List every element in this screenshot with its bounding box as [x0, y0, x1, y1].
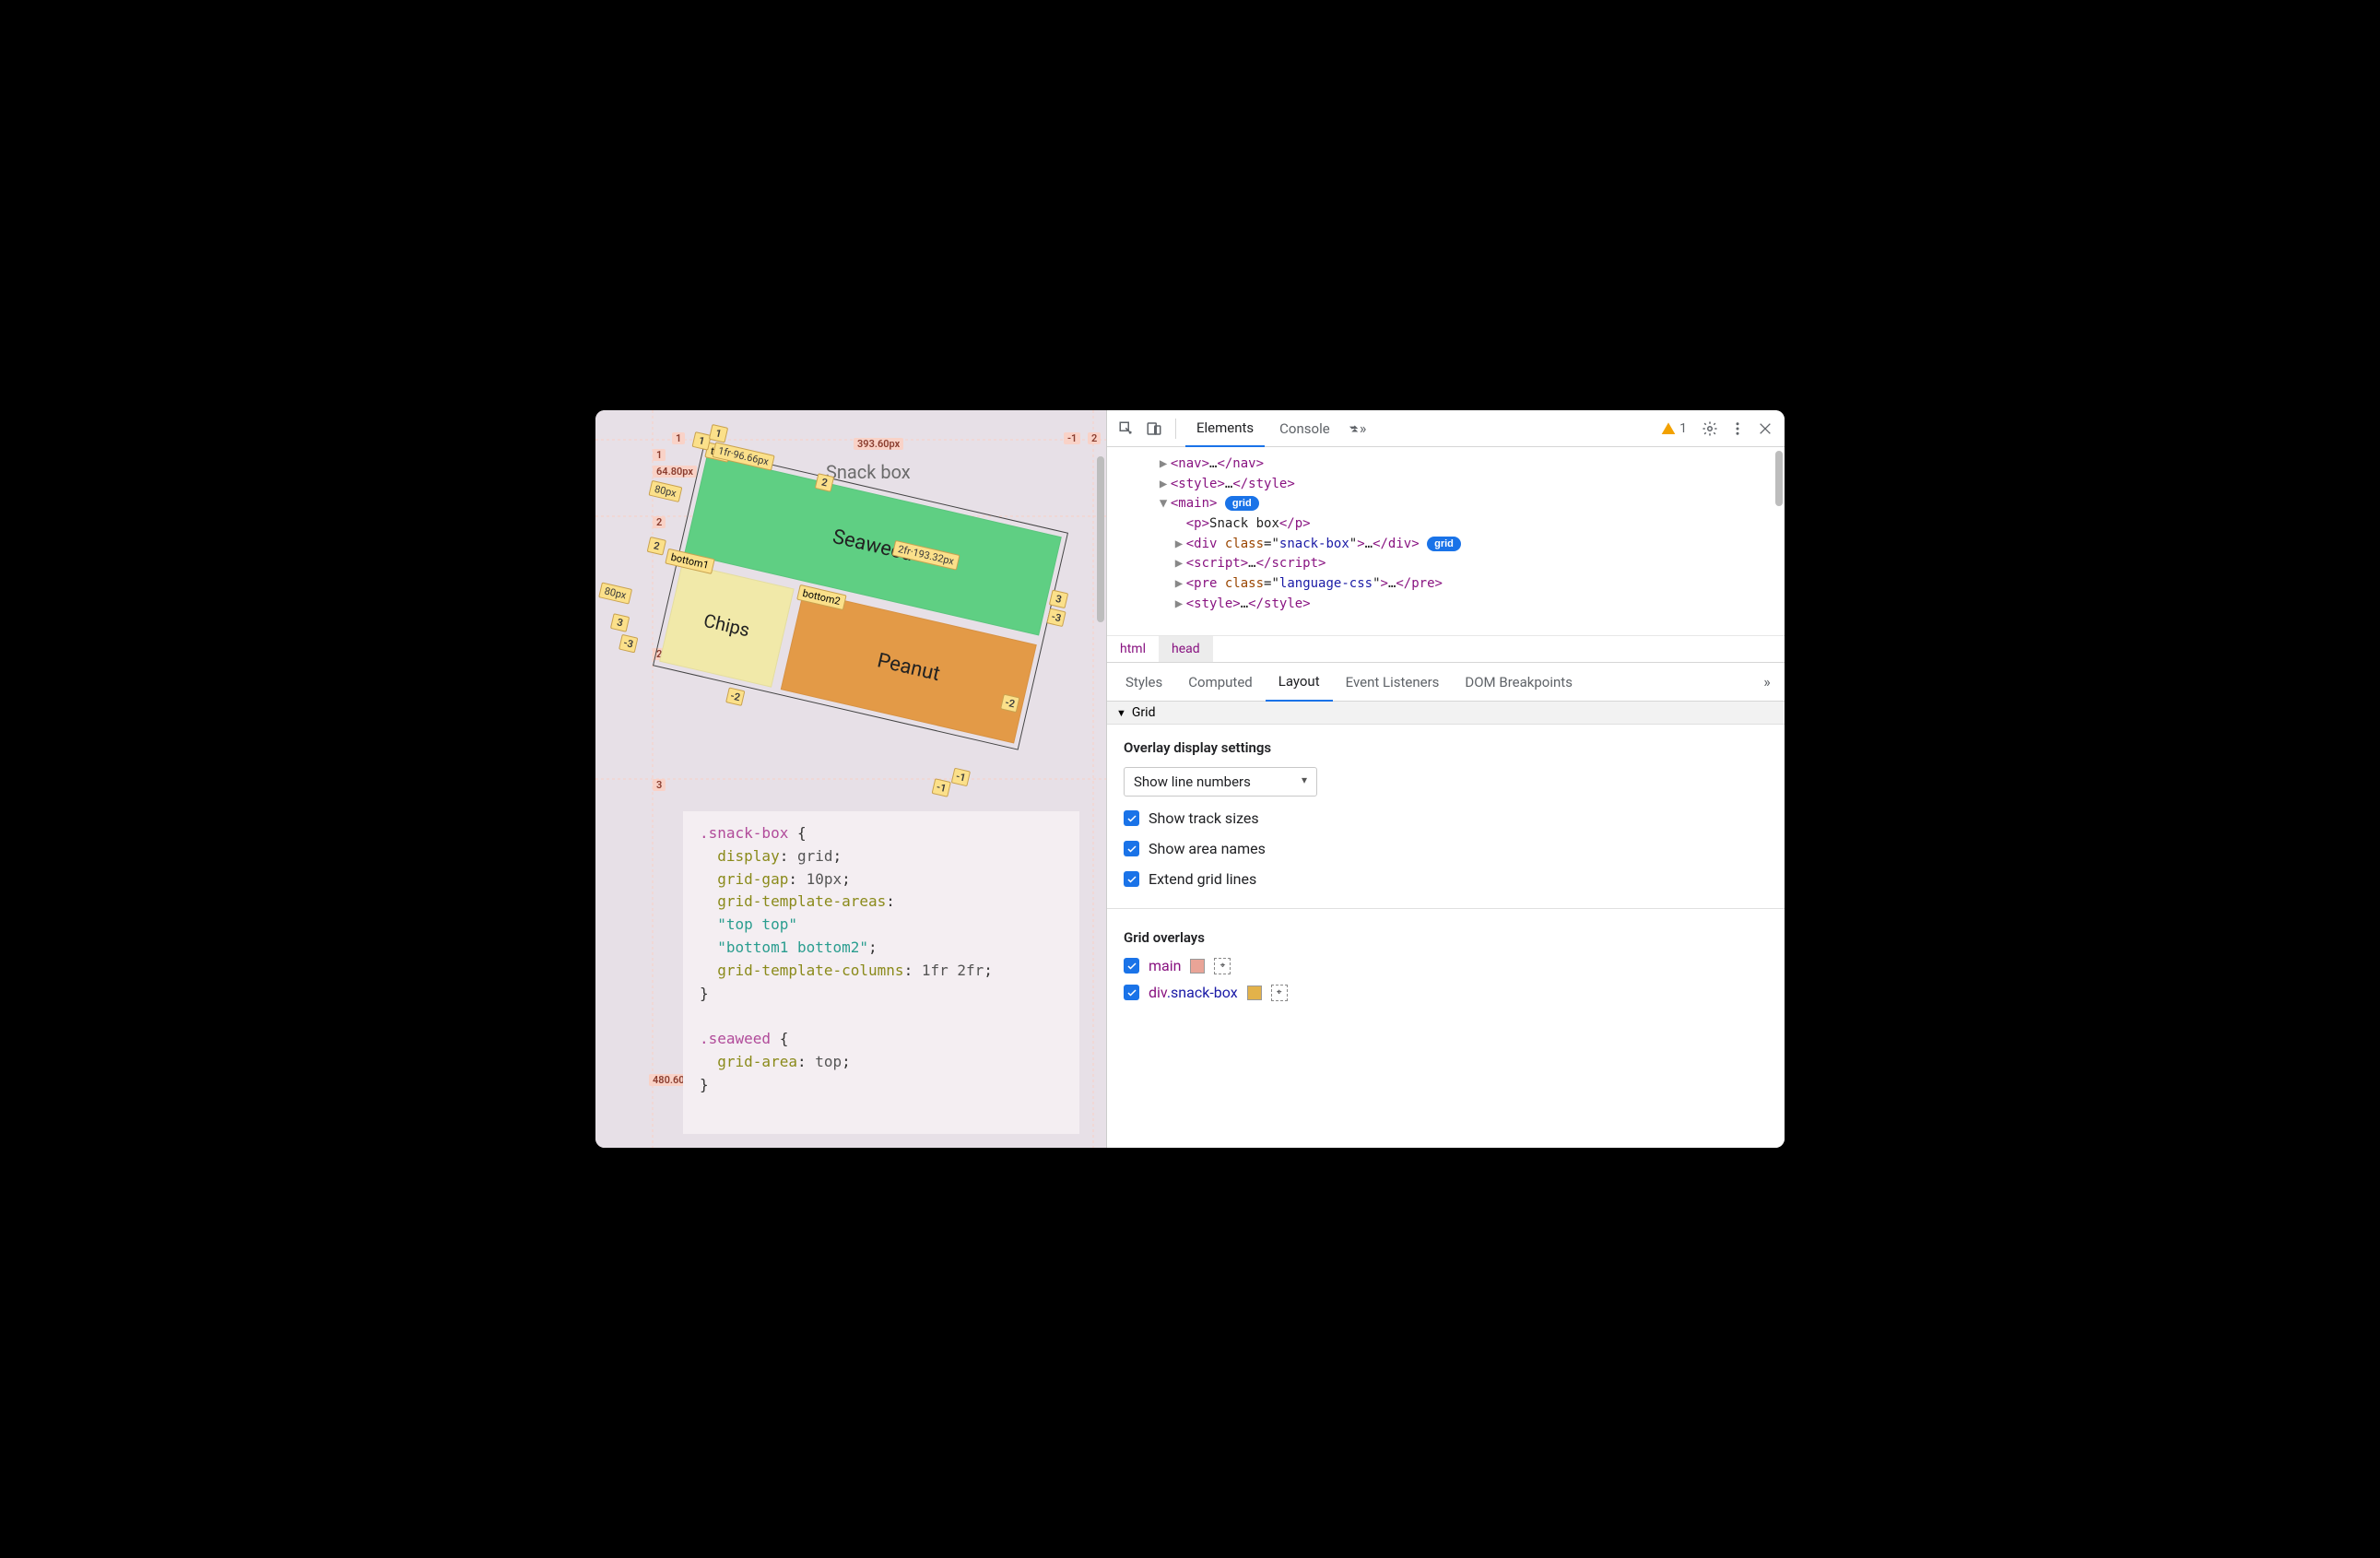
- subtab-layout[interactable]: Layout: [1266, 663, 1333, 702]
- dom-row[interactable]: ▶<style>…</style>: [1144, 475, 1777, 495]
- checkbox-icon[interactable]: [1124, 958, 1139, 974]
- dom-row[interactable]: ▶<pre class="language-css">…</pre>: [1144, 574, 1777, 595]
- gn: -2: [725, 687, 745, 706]
- settings-icon[interactable]: [1698, 417, 1722, 441]
- col-line-2: 2: [1088, 432, 1101, 444]
- dom-scrollbar[interactable]: [1775, 451, 1783, 506]
- tab-console[interactable]: Console: [1268, 410, 1341, 447]
- issues-indicator[interactable]: 1: [1661, 421, 1687, 436]
- gn: -3: [1046, 608, 1066, 628]
- devtools-window: 1 -1 2 1 2 3 393.60px 64.80px 222px 480.…: [595, 410, 1785, 1148]
- dom-row[interactable]: ▼<main> grid: [1144, 494, 1777, 514]
- line-numbers-select[interactable]: Show line numbers: [1124, 767, 1317, 797]
- subtabs-overflow-icon[interactable]: »: [1755, 670, 1779, 694]
- device-toggle-icon[interactable]: [1142, 417, 1166, 441]
- subtab-dom-breakpoints[interactable]: DOM Breakpoints: [1452, 663, 1585, 702]
- tab-elements[interactable]: Elements: [1185, 410, 1265, 447]
- reveal-icon[interactable]: ⌖: [1214, 958, 1231, 974]
- crumb-html[interactable]: html: [1107, 636, 1159, 662]
- dom-row[interactable]: ▶<script>…</script>: [1144, 554, 1777, 574]
- checkbox-icon[interactable]: [1124, 985, 1139, 1000]
- tabs-overflow-icon[interactable]: »: [1345, 417, 1369, 441]
- gn: 3: [610, 613, 630, 632]
- inspect-icon[interactable]: [1114, 417, 1138, 441]
- crumb-head[interactable]: head: [1159, 636, 1213, 662]
- col-line-neg1: -1: [1064, 432, 1080, 444]
- gn: -2: [1000, 694, 1019, 714]
- dom-tree[interactable]: ▶<nav>…</nav> ▶<style>…</style> ▼<main> …: [1107, 447, 1785, 636]
- subtab-styles[interactable]: Styles: [1113, 663, 1175, 702]
- checkbox-icon[interactable]: [1124, 810, 1139, 826]
- overlay-label-div[interactable]: div.snack-box: [1149, 984, 1238, 1001]
- gn: 1: [709, 424, 728, 443]
- dom-row[interactable]: ▶<nav>…</nav>: [1144, 454, 1777, 475]
- gn: 2: [815, 473, 834, 492]
- checkbox-icon[interactable]: [1124, 871, 1139, 887]
- layout-panel: Overlay display settings Show line numbe…: [1107, 725, 1785, 1148]
- overlay-snack-box: div.snack-box ⌖: [1124, 984, 1768, 1001]
- gn: 3: [1049, 590, 1068, 609]
- more-icon[interactable]: [1726, 417, 1750, 441]
- check-extend-lines[interactable]: Extend grid lines: [1124, 870, 1768, 888]
- page-title: Snack box: [826, 461, 911, 483]
- gn: -1: [951, 768, 971, 787]
- devtools-panel: Elements Console » 1 ▶<nav>…</nav> ▶: [1107, 410, 1785, 1148]
- page-viewport: 1 -1 2 1 2 3 393.60px 64.80px 222px 480.…: [595, 410, 1107, 1148]
- subtab-computed[interactable]: Computed: [1175, 663, 1266, 702]
- track-col1: 80px: [648, 480, 682, 502]
- grid-overlays-title: Grid overlays: [1124, 929, 1768, 946]
- subtab-event-listeners[interactable]: Event Listeners: [1333, 663, 1453, 702]
- devtools-toolbar: Elements Console » 1: [1107, 410, 1785, 447]
- gn: -1: [932, 778, 951, 797]
- dom-row[interactable]: ▶<style>…</style>: [1144, 595, 1777, 615]
- check-area-names[interactable]: Show area names: [1124, 840, 1768, 857]
- overlay-label-main[interactable]: main: [1149, 957, 1181, 974]
- color-swatch[interactable]: [1190, 959, 1205, 974]
- check-track-sizes[interactable]: Show track sizes: [1124, 809, 1768, 827]
- dom-row[interactable]: ▶<div class="snack-box">…</div> grid: [1144, 535, 1777, 555]
- css-code: .snack-box { display: grid; grid-gap: 10…: [683, 811, 1079, 1134]
- gn: 1: [692, 431, 712, 451]
- gn: -3: [619, 634, 638, 654]
- viewport-scrollbar[interactable]: [1097, 456, 1104, 622]
- styles-subtabs: Styles Computed Layout Event Listeners D…: [1107, 663, 1785, 702]
- col-size-1: 393.60px: [854, 438, 903, 450]
- row-line-3: 3: [653, 779, 666, 791]
- overlay-settings-title: Overlay display settings: [1124, 739, 1768, 756]
- reveal-icon[interactable]: ⌖: [1271, 985, 1288, 1001]
- cell-chips: Chips: [659, 562, 795, 687]
- snack-box-grid: Seaweed Chips Peanut top bottom1 bottom2…: [659, 455, 1062, 744]
- overlay-main: main ⌖: [1124, 957, 1768, 974]
- row-line-2: 2: [653, 516, 666, 528]
- row-line-1: 1: [653, 449, 666, 461]
- disclosure-triangle-icon: ▼: [1116, 707, 1126, 719]
- color-swatch[interactable]: [1247, 986, 1262, 1000]
- gn: 2: [647, 537, 666, 556]
- breadcrumb: html head: [1107, 636, 1785, 663]
- dom-row[interactable]: <p>Snack box</p>: [1144, 514, 1777, 535]
- track-col2: 80px: [598, 582, 632, 604]
- checkbox-icon[interactable]: [1124, 841, 1139, 856]
- row-size-1: 64.80px: [653, 466, 697, 478]
- col-line-1: 1: [672, 432, 685, 444]
- close-icon[interactable]: [1753, 417, 1777, 441]
- section-grid-header[interactable]: ▼ Grid: [1107, 702, 1785, 725]
